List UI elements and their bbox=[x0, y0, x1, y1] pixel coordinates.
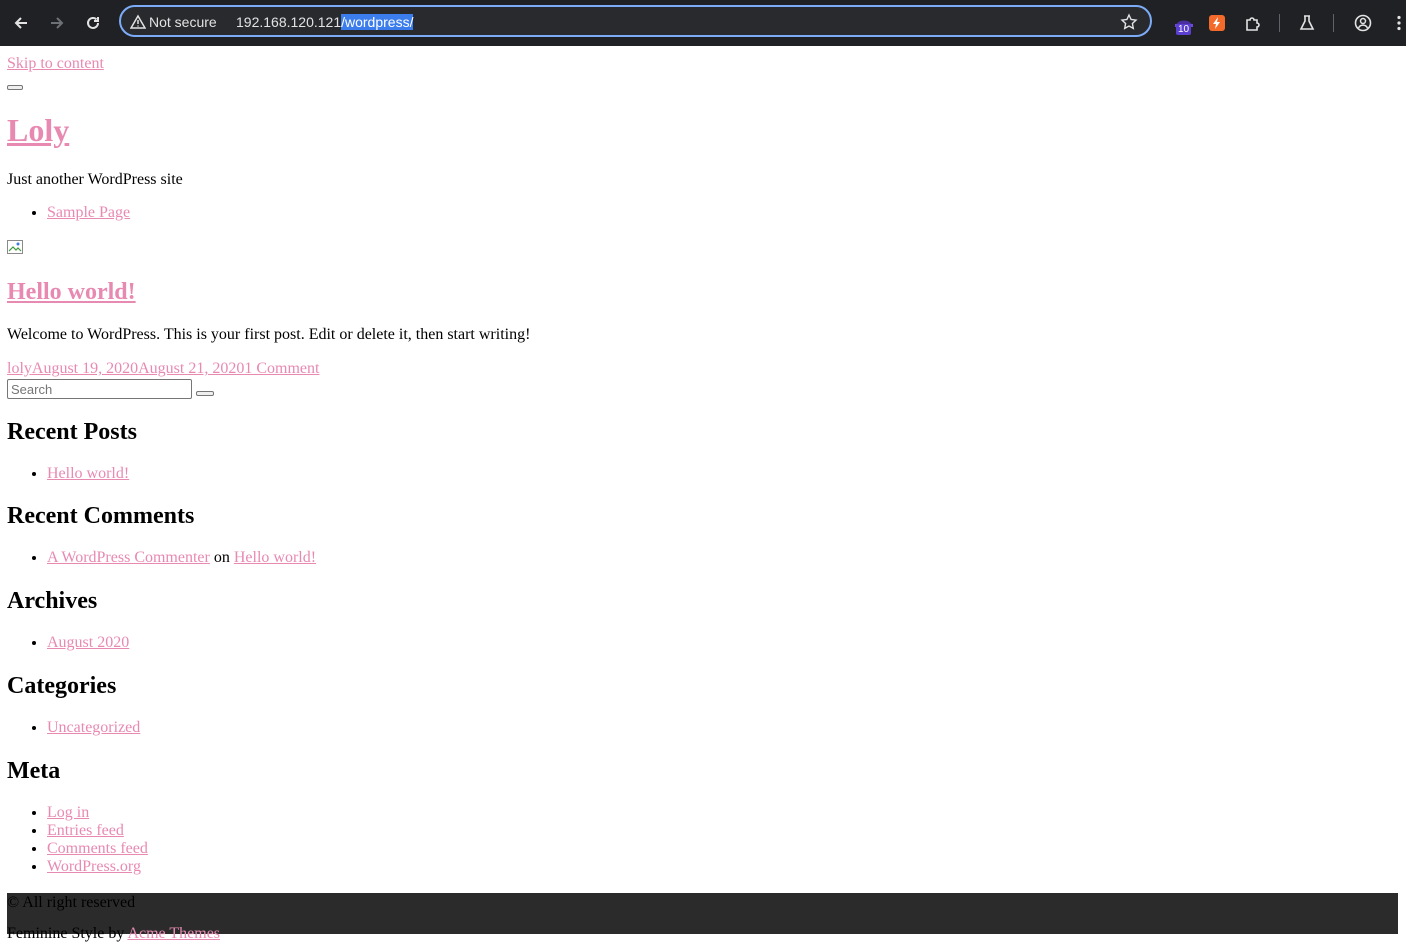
url-host: 192.168.120.121 bbox=[236, 14, 342, 30]
post-title-link[interactable]: Hello world! bbox=[7, 276, 136, 308]
recent-comments-heading: Recent Comments bbox=[7, 503, 195, 529]
meta-login-link[interactable]: Log in bbox=[47, 804, 89, 821]
extension-badge: 10 bbox=[1176, 24, 1192, 35]
comment-author-link[interactable]: A WordPress Commenter bbox=[47, 549, 210, 566]
recent-posts-list: Hello world! bbox=[7, 465, 129, 483]
list-item: A WordPress Commenter on Hello world! bbox=[47, 549, 316, 567]
categories-list: Uncategorized bbox=[7, 719, 140, 737]
archive-link[interactable]: August 2020 bbox=[47, 634, 129, 651]
address-bar[interactable]: Not secure 192.168.120.121/wordpress/ bbox=[119, 5, 1152, 37]
meta-entries-feed-link[interactable]: Entries feed bbox=[47, 822, 124, 839]
recent-comments-list: A WordPress Commenter on Hello world! bbox=[7, 549, 316, 567]
warning-icon bbox=[130, 14, 146, 29]
bookmark-star-icon[interactable] bbox=[1120, 13, 1138, 31]
browser-menu-icon[interactable] bbox=[1388, 12, 1406, 34]
list-item: Sample Page bbox=[47, 204, 130, 222]
post-author-link[interactable]: loly bbox=[7, 360, 32, 377]
list-item: Entries feed bbox=[47, 822, 148, 840]
post-updated-date[interactable]: August 21, 2020 bbox=[138, 360, 244, 377]
nav-sample-page[interactable]: Sample Page bbox=[47, 204, 130, 221]
meta-heading: Meta bbox=[7, 758, 61, 784]
toolbar-divider bbox=[1333, 14, 1334, 32]
comment-joiner: on bbox=[213, 549, 230, 566]
url-text[interactable]: 192.168.120.121/wordpress/ bbox=[236, 14, 414, 30]
forward-button[interactable] bbox=[43, 9, 71, 37]
arrow-left-icon bbox=[14, 17, 27, 29]
security-label[interactable]: Not secure bbox=[149, 14, 217, 30]
categories-heading: Categories bbox=[7, 673, 117, 699]
toolbar-divider bbox=[1279, 14, 1280, 32]
post-excerpt: Welcome to WordPress. This is your first… bbox=[7, 326, 531, 343]
skip-to-content-link[interactable]: Skip to content bbox=[7, 54, 104, 73]
post-meta: lolyAugust 19, 2020August 21, 20201 Comm… bbox=[7, 359, 319, 378]
extension-bolt-icon[interactable] bbox=[1206, 12, 1228, 34]
list-item: Log in bbox=[47, 804, 148, 822]
reload-icon bbox=[87, 16, 99, 29]
list-item: August 2020 bbox=[47, 634, 129, 652]
extensions-puzzle-icon[interactable] bbox=[1242, 12, 1264, 34]
comment-post-link[interactable]: Hello world! bbox=[234, 549, 316, 566]
menu-toggle-button[interactable] bbox=[7, 85, 23, 90]
back-button[interactable] bbox=[7, 9, 35, 37]
primary-nav: Sample Page bbox=[7, 204, 130, 222]
search-submit-button[interactable] bbox=[196, 391, 214, 396]
browser-toolbar: Not secure 192.168.120.121/wordpress/ 10 bbox=[0, 0, 1406, 46]
recent-post-link[interactable]: Hello world! bbox=[47, 465, 129, 482]
copyright-text: © All right reserved bbox=[7, 894, 136, 911]
meta-wordpress-org-link[interactable]: WordPress.org bbox=[47, 858, 141, 875]
list-item: Uncategorized bbox=[47, 719, 140, 737]
site-footer: © All right reserved Feminine Style by A… bbox=[7, 893, 1398, 942]
post-published-date[interactable]: August 19, 2020 bbox=[32, 360, 138, 377]
recent-posts-heading: Recent Posts bbox=[7, 419, 137, 445]
meta-comments-feed-link[interactable]: Comments feed bbox=[47, 840, 148, 857]
list-item: WordPress.org bbox=[47, 858, 148, 876]
labs-flask-icon[interactable] bbox=[1296, 12, 1318, 34]
archives-heading: Archives bbox=[7, 588, 98, 614]
site-title[interactable]: Loly bbox=[7, 110, 69, 150]
arrow-right-icon bbox=[51, 17, 64, 29]
site-tagline: Just another WordPress site bbox=[7, 171, 183, 188]
list-item: Comments feed bbox=[47, 840, 148, 858]
reload-button[interactable] bbox=[79, 9, 107, 37]
profile-avatar-icon[interactable] bbox=[1352, 12, 1374, 34]
broken-image-icon bbox=[7, 240, 23, 254]
list-item: Hello world! bbox=[47, 465, 129, 483]
archives-list: August 2020 bbox=[7, 634, 129, 652]
category-link[interactable]: Uncategorized bbox=[47, 719, 140, 736]
search-input[interactable] bbox=[7, 379, 192, 399]
url-path-selected: /wordpress/ bbox=[341, 14, 414, 30]
meta-list: Log in Entries feed Comments feed WordPr… bbox=[7, 804, 148, 876]
post-comments-link[interactable]: 1 Comment bbox=[244, 360, 319, 377]
